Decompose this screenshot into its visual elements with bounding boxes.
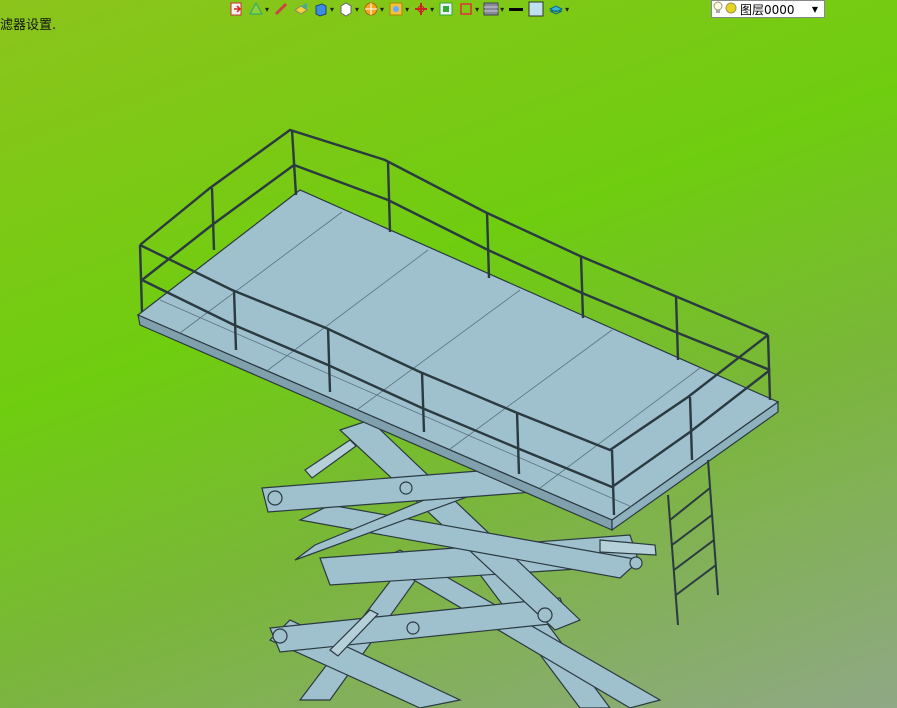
- line-icon[interactable]: [508, 0, 524, 18]
- lightbulb-icon[interactable]: [712, 1, 724, 18]
- sphere-icon[interactable]: ▾: [363, 0, 384, 18]
- cube-blue-icon[interactable]: ▾: [313, 0, 334, 18]
- dimension-icon[interactable]: ▾: [458, 0, 479, 18]
- axis-icon[interactable]: ▾: [413, 0, 434, 18]
- frame-icon[interactable]: [438, 0, 454, 18]
- cube-yellow-icon[interactable]: [293, 0, 309, 18]
- cube-white-icon[interactable]: ▾: [338, 0, 359, 18]
- layers-icon[interactable]: ▾: [548, 0, 569, 18]
- layer-name: 图层0000: [740, 2, 795, 17]
- scissor-lift-model[interactable]: [0, 0, 897, 708]
- sun-icon[interactable]: [724, 1, 738, 18]
- color-swatch-icon[interactable]: [528, 0, 544, 18]
- view-toolbar: ▾ ▾ ▾ ▾ ▾ ▾ ▾ ▾ ▾: [228, 0, 569, 18]
- photo-icon[interactable]: ▾: [388, 0, 409, 18]
- layer-dropdown[interactable]: 图层0000 ▼: [711, 0, 825, 18]
- shape-icon[interactable]: ▾: [248, 0, 269, 18]
- pen-icon[interactable]: [273, 0, 289, 18]
- import-icon[interactable]: [228, 0, 244, 18]
- 3d-viewport[interactable]: 滤器设置. ▾ ▾ ▾ ▾ ▾ ▾ ▾ ▾ ▾ 图层0000 ▼: [0, 0, 897, 708]
- chevron-down-icon[interactable]: ▼: [812, 5, 818, 14]
- grid-icon[interactable]: ▾: [483, 0, 504, 18]
- status-text: 滤器设置.: [0, 18, 57, 33]
